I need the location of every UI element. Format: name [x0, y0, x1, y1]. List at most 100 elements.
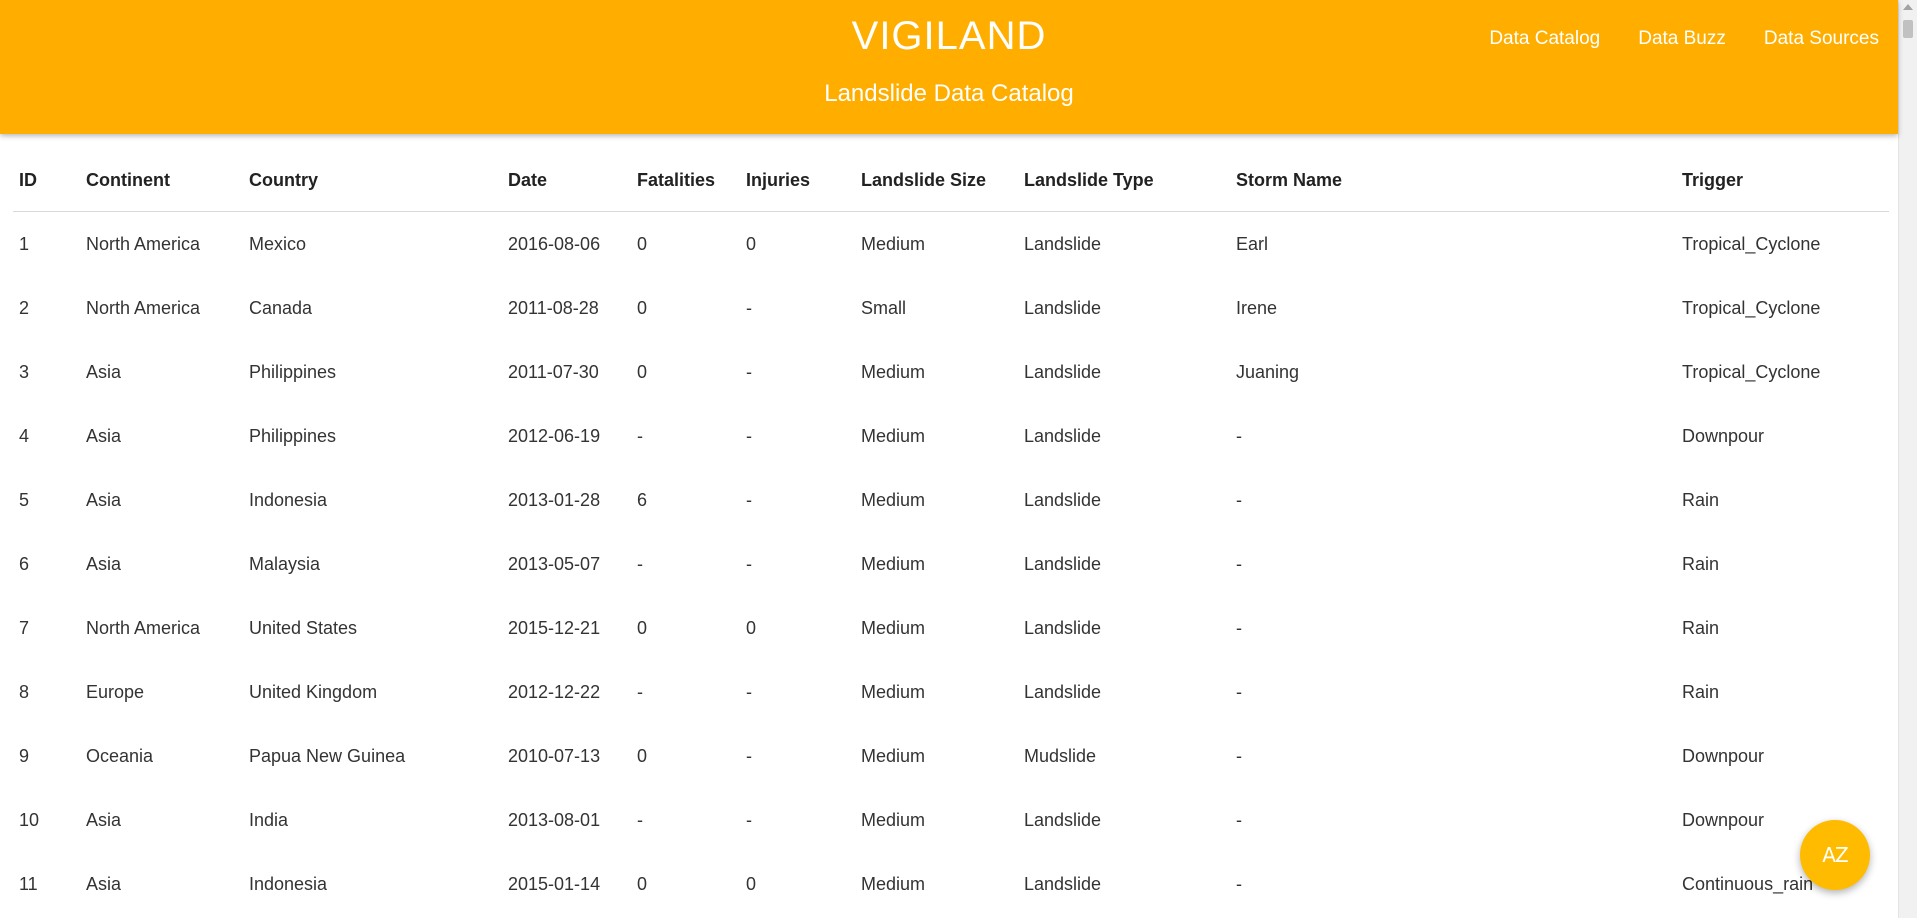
cell-id: 11: [19, 873, 38, 894]
cell-date: 2013-01-28: [508, 489, 601, 510]
cell-continent: Asia: [86, 361, 122, 382]
table-row[interactable]: 9 Oceania Papua New Guinea 2010-07-13 0 - Medi…: [13, 724, 1889, 788]
cell-country: Indonesia: [249, 873, 328, 894]
cell-storm-name: -: [1236, 489, 1242, 510]
cell-continent: North America: [86, 297, 201, 318]
cell-continent: Oceania: [86, 745, 154, 766]
table-row[interactable]: 1 North America Mexico 2016-08-06 0 0 Medium La…: [13, 212, 1889, 277]
cell-injuries: -: [746, 489, 752, 510]
cell-landslide-type: Landslide: [1024, 233, 1102, 254]
nav-data-catalog[interactable]: Data Catalog: [1489, 28, 1600, 50]
cell-landslide-size: Medium: [861, 361, 926, 382]
cell-fatalities: 0: [637, 745, 648, 766]
column-header-id[interactable]: ID: [13, 149, 80, 212]
cell-landslide-size: Small: [861, 297, 907, 318]
app-header: VIGILAND Landslide Data Catalog Data Cat…: [0, 0, 1898, 134]
cell-landslide-size: Medium: [861, 809, 926, 830]
cell-injuries: -: [746, 745, 752, 766]
table-row[interactable]: 2 North America Canada 2011-08-28 0 - Small Lan…: [13, 276, 1889, 340]
cell-injuries: -: [746, 809, 752, 830]
cell-injuries: -: [746, 425, 752, 446]
cell-date: 2012-06-19: [508, 425, 601, 446]
landslide-table: ID Continent Country Date Fatalities Inj…: [13, 149, 1889, 916]
vertical-scrollbar[interactable]: [1898, 0, 1917, 918]
cell-storm-name: Irene: [1236, 297, 1278, 318]
cell-id: 10: [19, 809, 40, 830]
table-row[interactable]: 3 Asia Philippines 2011-07-30 0 - Medium Landsl…: [13, 340, 1889, 404]
cell-date: 2015-12-21: [508, 617, 601, 638]
table-row[interactable]: 8 Europe United Kingdom 2012-12-22 - - Medium L…: [13, 660, 1889, 724]
cell-country: United Kingdom: [249, 681, 378, 702]
nav-data-sources[interactable]: Data Sources: [1764, 28, 1879, 50]
cell-landslide-type: Landslide: [1024, 361, 1102, 382]
table-row[interactable]: 7 North America United States 2015-12-21 0 0 M…: [13, 596, 1889, 660]
cell-fatalities: -: [637, 425, 643, 446]
cell-date: 2013-05-07: [508, 553, 601, 574]
cell-date: 2011-08-28: [508, 297, 599, 318]
column-header-date[interactable]: Date: [502, 149, 631, 212]
scroll-up-arrow-icon[interactable]: [1903, 4, 1913, 10]
cell-id: 5: [19, 489, 30, 510]
cell-country: Indonesia: [249, 489, 328, 510]
cell-landslide-type: Landslide: [1024, 553, 1102, 574]
column-header-fatalities[interactable]: Fatalities: [631, 149, 740, 212]
cell-country: Philippines: [249, 361, 337, 382]
cell-continent: North America: [86, 617, 201, 638]
column-header-injuries[interactable]: Injuries: [740, 149, 855, 212]
table-row[interactable]: 5 Asia Indonesia 2013-01-28 6 - Medium Landslid…: [13, 468, 1889, 532]
cell-storm-name: -: [1236, 873, 1242, 894]
cell-landslide-size: Medium: [861, 745, 926, 766]
cell-date: 2010-07-13: [508, 745, 601, 766]
column-header-storm-name[interactable]: Storm Name: [1230, 149, 1676, 212]
table-row[interactable]: 11 Asia Indonesia 2015-01-14 0 0 Medium Landsli…: [13, 852, 1889, 916]
column-header-continent[interactable]: Continent: [80, 149, 243, 212]
cell-continent: Asia: [86, 873, 122, 894]
cell-landslide-type: Landslide: [1024, 425, 1102, 446]
cell-landslide-type: Mudslide: [1024, 745, 1097, 766]
table-row[interactable]: 4 Asia Philippines 2012-06-19 - - Medium Landsl…: [13, 404, 1889, 468]
cell-injuries: -: [746, 361, 752, 382]
cell-trigger: Downpour: [1682, 425, 1765, 446]
cell-continent: Asia: [86, 425, 122, 446]
page-subtitle: Landslide Data Catalog: [824, 80, 1074, 107]
cell-landslide-type: Landslide: [1024, 297, 1102, 318]
cell-trigger: Downpour: [1682, 745, 1765, 766]
column-header-landslide-size[interactable]: Landslide Size: [855, 149, 1018, 212]
cell-fatalities: 0: [637, 873, 648, 894]
cell-storm-name: -: [1236, 745, 1242, 766]
cell-continent: North America: [86, 233, 201, 254]
cell-trigger: Rain: [1682, 681, 1720, 702]
cell-storm-name: Earl: [1236, 233, 1269, 254]
cell-country: Malaysia: [249, 553, 321, 574]
cell-date: 2015-01-14: [508, 873, 601, 894]
sort-button[interactable]: AZ: [1800, 820, 1870, 890]
cell-country: Papua New Guinea: [249, 745, 406, 766]
cell-landslide-type: Landslide: [1024, 873, 1102, 894]
cell-landslide-size: Medium: [861, 617, 926, 638]
cell-injuries: 0: [746, 873, 757, 894]
cell-fatalities: -: [637, 681, 643, 702]
cell-continent: Asia: [86, 553, 122, 574]
cell-landslide-size: Medium: [861, 873, 926, 894]
nav-data-buzz[interactable]: Data Buzz: [1638, 28, 1726, 50]
table-header-row: ID Continent Country Date Fatalities Inj…: [13, 149, 1889, 212]
cell-landslide-size: Medium: [861, 489, 926, 510]
cell-date: 2016-08-06: [508, 233, 601, 254]
cell-trigger: Rain: [1682, 489, 1720, 510]
cell-landslide-size: Medium: [861, 425, 926, 446]
cell-fatalities: 0: [637, 233, 648, 254]
cell-continent: Europe: [86, 681, 145, 702]
table-row[interactable]: 10 Asia India 2013-08-01- - Medium Landslide - D…: [13, 788, 1889, 852]
scrollbar-thumb[interactable]: [1903, 20, 1913, 38]
cell-id: 9: [19, 745, 30, 766]
column-header-trigger[interactable]: Trigger: [1676, 149, 1889, 212]
cell-landslide-size: Medium: [861, 681, 926, 702]
cell-storm-name: -: [1236, 809, 1242, 830]
page: VIGILAND Landslide Data Catalog Data Cat…: [0, 0, 1917, 918]
cell-injuries: 0: [746, 233, 757, 254]
table-row[interactable]: 6 Asia Malaysia 2013-05-07 - - Medium Landslide…: [13, 532, 1889, 596]
cell-continent: Asia: [86, 809, 122, 830]
cell-storm-name: -: [1236, 553, 1242, 574]
column-header-landslide-type[interactable]: Landslide Type: [1018, 149, 1230, 212]
column-header-country[interactable]: Country: [243, 149, 502, 212]
